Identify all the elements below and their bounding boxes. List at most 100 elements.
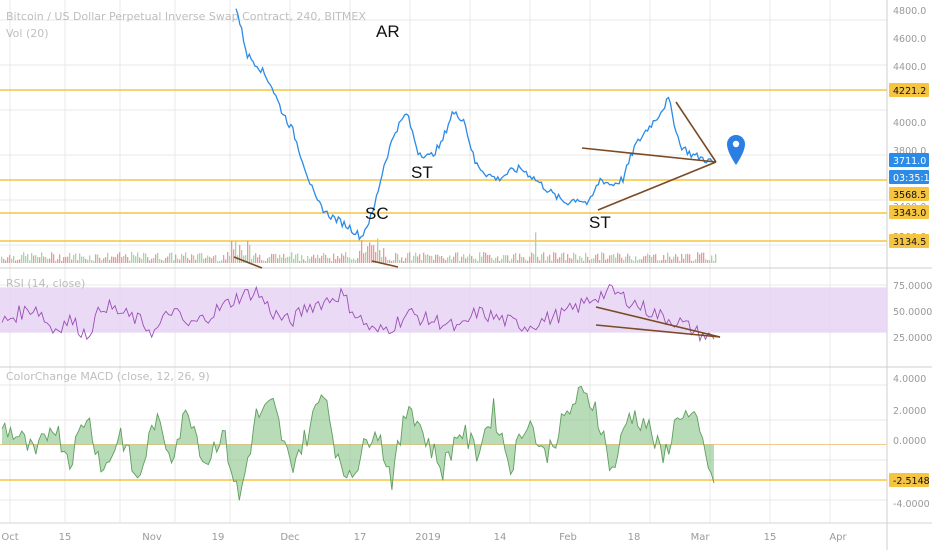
volume-bar: [65, 256, 67, 263]
volume-bar: [635, 256, 637, 263]
volume-bar: [7, 257, 9, 263]
volume-bar: [681, 253, 683, 263]
volume-bar: [477, 260, 479, 263]
volume-bar: [307, 255, 309, 263]
price-line: [235, 8, 715, 241]
volume-bar: [397, 254, 399, 263]
volume-bar: [551, 260, 553, 263]
volume-bar: [547, 256, 549, 263]
volume-bar: [271, 253, 273, 263]
volume-bar: [539, 260, 541, 263]
volume-bar: [261, 260, 263, 263]
volume-bar: [573, 252, 575, 263]
volume-bar: [5, 260, 7, 263]
volume-bar: [695, 259, 697, 263]
volume-bar: [127, 257, 129, 263]
volume-bar: [629, 255, 631, 263]
volume-bar: [351, 259, 353, 263]
volume-bar: [35, 255, 37, 263]
volume-bar: [215, 255, 217, 263]
volume-bar: [125, 254, 127, 263]
volume-bar: [401, 257, 403, 263]
volume-bar: [643, 256, 645, 263]
volume-bar: [313, 254, 315, 263]
volume-bar: [673, 256, 675, 263]
volume-bar: [575, 254, 577, 263]
oscillator-current-value: -2.5148: [893, 476, 930, 487]
volume-bar: [159, 258, 161, 263]
volume-bar: [545, 260, 547, 263]
volume-bar: [605, 259, 607, 263]
volume-bar: [381, 257, 383, 263]
volume-bar: [475, 258, 477, 263]
volume-bar: [451, 259, 453, 263]
volume-bar: [191, 254, 193, 263]
volume-bar: [89, 255, 91, 263]
volume-bar: [637, 260, 639, 263]
volume-bar: [663, 255, 665, 263]
volume-bar: [445, 260, 447, 263]
volume-bar: [23, 252, 25, 263]
volume-bar: [291, 252, 293, 263]
volume-bar: [569, 257, 571, 263]
volume-bar: [631, 259, 633, 263]
volume-bar: [41, 252, 43, 263]
volume-bar: [683, 258, 685, 263]
volume-bar: [611, 255, 613, 263]
volume-bar: [285, 257, 287, 263]
volume-bar: [383, 248, 385, 263]
volume-bar: [217, 260, 219, 263]
volume-bar: [633, 260, 635, 263]
volume-bar: [443, 258, 445, 263]
time-tick-label: Dec: [280, 532, 299, 543]
price-label-value: 4221.2: [893, 86, 926, 97]
volume-bar: [435, 254, 437, 263]
volume-bar: [513, 254, 515, 263]
volume-bar: [549, 254, 551, 263]
volume-bar: [527, 260, 529, 263]
volume-bar: [615, 257, 617, 263]
volume-bar: [67, 256, 69, 263]
volume-bar: [485, 252, 487, 263]
volume-bar: [177, 258, 179, 263]
volume-bar: [651, 256, 653, 263]
volume-bar: [523, 257, 525, 263]
volume-bar: [79, 253, 81, 263]
volume-bar: [257, 257, 259, 263]
volume-bar: [139, 257, 141, 263]
location-pin-icon[interactable]: [727, 135, 745, 165]
volume-bar: [525, 259, 527, 263]
price-tick-label: 4800.0: [893, 6, 926, 17]
volume-bar: [309, 258, 311, 263]
time-tick-label: 15: [764, 532, 777, 543]
volume-bar: [123, 256, 125, 263]
volume-bar: [247, 240, 249, 263]
volume-bar: [267, 258, 269, 263]
volume-bar: [207, 255, 209, 263]
volume-bar: [137, 252, 139, 263]
volume-bar: [119, 252, 121, 263]
volume-bar: [19, 259, 21, 263]
volume-bar: [301, 255, 303, 263]
volume-bar: [3, 258, 5, 263]
volume-bar: [493, 260, 495, 263]
volume-bar: [519, 253, 521, 263]
volume-bar: [661, 260, 663, 263]
volume-bar: [417, 256, 419, 263]
volume-bar: [239, 244, 241, 263]
volume-bar: [337, 255, 339, 263]
volume-bar: [639, 259, 641, 263]
volume-bar: [481, 256, 483, 263]
volume-bar: [657, 260, 659, 263]
volume-bar: [373, 245, 375, 263]
time-tick-label: Nov: [142, 532, 162, 543]
volume-bar: [521, 256, 523, 263]
volume-bar: [147, 257, 149, 263]
volume-bar: [323, 252, 325, 263]
volume-bar: [427, 254, 429, 263]
volume-bar: [603, 253, 605, 263]
time-tick-label: Mar: [691, 532, 711, 543]
volume-bar: [715, 254, 717, 263]
rsi-tick-label: 25.0000: [893, 333, 932, 344]
volume-bar: [463, 254, 465, 263]
